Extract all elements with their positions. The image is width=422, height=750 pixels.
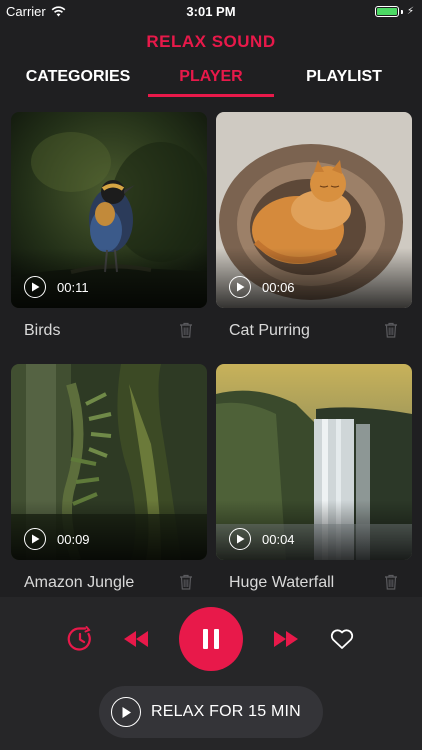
pause-icon xyxy=(203,629,208,649)
sound-card-cat-purring[interactable]: 00:06 Cat Purring xyxy=(216,112,412,339)
app-title: RELAX SOUND xyxy=(146,32,276,51)
trash-icon[interactable] xyxy=(179,574,193,590)
fast-forward-icon[interactable] xyxy=(273,630,299,648)
play-icon[interactable] xyxy=(24,276,46,298)
duration-label: 00:09 xyxy=(57,532,90,547)
sound-thumbnail[interactable]: 00:06 xyxy=(216,112,412,308)
charging-bolt-icon: ⚡ xyxy=(406,6,414,17)
battery-level xyxy=(376,8,397,15)
tab-label: PLAYLIST xyxy=(306,68,382,85)
status-time: 3:01 PM xyxy=(186,4,236,19)
heart-icon[interactable] xyxy=(330,628,354,650)
trash-icon[interactable] xyxy=(179,322,193,338)
tab-categories[interactable]: CATEGORIES xyxy=(12,66,144,98)
sound-title: Birds xyxy=(24,322,61,339)
player-panel: RELAX FOR 15 MIN xyxy=(0,597,422,750)
trash-icon[interactable] xyxy=(384,574,398,590)
sound-thumbnail[interactable]: 00:11 xyxy=(11,112,207,308)
pause-button[interactable] xyxy=(179,607,243,671)
active-tab-indicator xyxy=(148,94,274,97)
sound-title: Cat Purring xyxy=(229,322,310,339)
play-icon[interactable] xyxy=(229,276,251,298)
relax-timer-button[interactable]: RELAX FOR 15 MIN xyxy=(99,686,323,738)
sound-thumbnail[interactable]: 00:09 xyxy=(11,364,207,560)
sound-title: Amazon Jungle xyxy=(24,574,135,591)
battery-charging-icon: ⚡ xyxy=(374,6,414,17)
tab-label: PLAYER xyxy=(179,68,243,85)
relax-label: RELAX FOR 15 MIN xyxy=(151,703,301,720)
sound-thumbnail[interactable]: 00:04 xyxy=(216,364,412,560)
play-icon xyxy=(111,697,141,727)
sound-card-huge-waterfall[interactable]: 00:04 Huge Waterfall xyxy=(216,364,412,591)
sound-title: Huge Waterfall xyxy=(229,574,335,591)
sound-card-amazon-jungle[interactable]: 00:09 Amazon Jungle xyxy=(11,364,207,591)
play-icon[interactable] xyxy=(229,528,251,550)
duration-label: 00:04 xyxy=(262,532,295,547)
tab-player[interactable]: PLAYER xyxy=(144,66,278,98)
trash-icon[interactable] xyxy=(384,322,398,338)
rewind-icon[interactable] xyxy=(123,630,149,648)
tab-label: CATEGORIES xyxy=(25,68,131,85)
play-icon[interactable] xyxy=(24,528,46,550)
status-bar: Carrier 3:01 PM ⚡ xyxy=(0,0,422,24)
duration-label: 00:11 xyxy=(57,280,89,295)
duration-label: 00:06 xyxy=(262,280,295,295)
sound-card-birds[interactable]: 00:11 Birds xyxy=(11,112,207,339)
tab-bar: CATEGORIES PLAYER PLAYLIST xyxy=(0,66,422,98)
app-screen: Carrier 3:01 PM ⚡ RELAX SOUND CATEGORIES… xyxy=(0,0,422,750)
tab-playlist[interactable]: PLAYLIST xyxy=(278,66,410,98)
timer-icon[interactable] xyxy=(66,625,94,653)
